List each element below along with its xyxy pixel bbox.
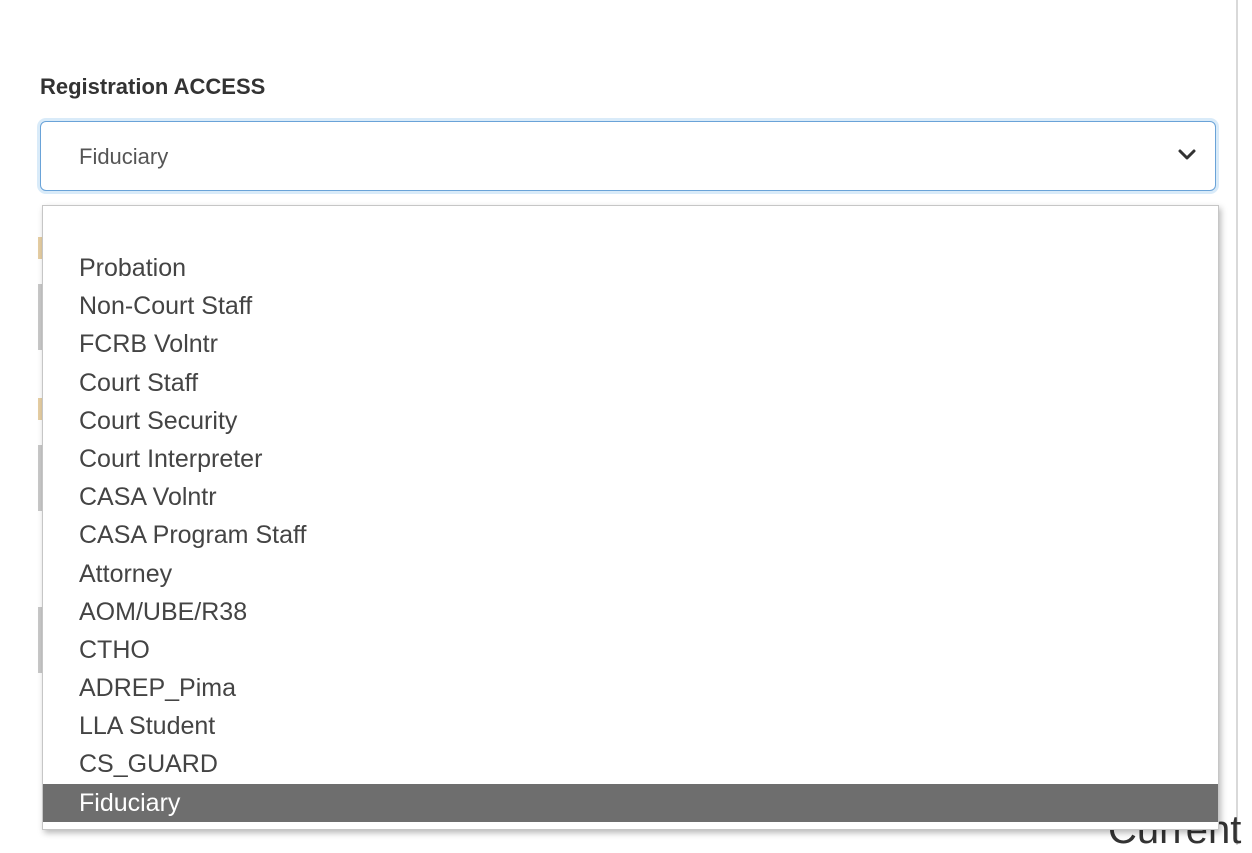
registration-access-select[interactable]: Fiduciary: [40, 121, 1216, 191]
dropdown-option[interactable]: Court Security: [43, 402, 1218, 440]
chevron-down-icon[interactable]: [1177, 148, 1197, 162]
dropdown-option[interactable]: Court Staff: [43, 364, 1218, 402]
dropdown-option[interactable]: Court Interpreter: [43, 440, 1218, 478]
dropdown-option[interactable]: CS_GUARD: [43, 745, 1218, 783]
dropdown-option[interactable]: CTHO: [43, 631, 1218, 669]
select-current-value: Fiduciary: [79, 144, 169, 169]
dropdown-option[interactable]: Attorney: [43, 555, 1218, 593]
dropdown-option[interactable]: FCRB Volntr: [43, 325, 1218, 363]
dropdown-option[interactable]: CASA Volntr: [43, 478, 1218, 516]
registration-access-label: Registration ACCESS: [40, 74, 266, 99]
dropdown-option[interactable]: Probation: [43, 249, 1218, 287]
dropdown-option[interactable]: Non-Court Staff: [43, 287, 1218, 325]
registration-access-dropdown-list[interactable]: Probation Non-Court Staff FCRB Volntr Court…: [42, 205, 1219, 830]
dropdown-option[interactable]: CASA Program Staff: [43, 516, 1218, 554]
dropdown-option[interactable]: AOM/UBE/R38: [43, 593, 1218, 631]
dropdown-option[interactable]: Fiduciary: [43, 783, 1218, 822]
dropdown-option[interactable]: LLA Student: [43, 707, 1218, 745]
option-list: Probation Non-Court Staff FCRB Volntr Court…: [43, 249, 1218, 822]
dropdown-option[interactable]: ADREP_Pima: [43, 669, 1218, 707]
page-right-border: [1236, 0, 1238, 845]
